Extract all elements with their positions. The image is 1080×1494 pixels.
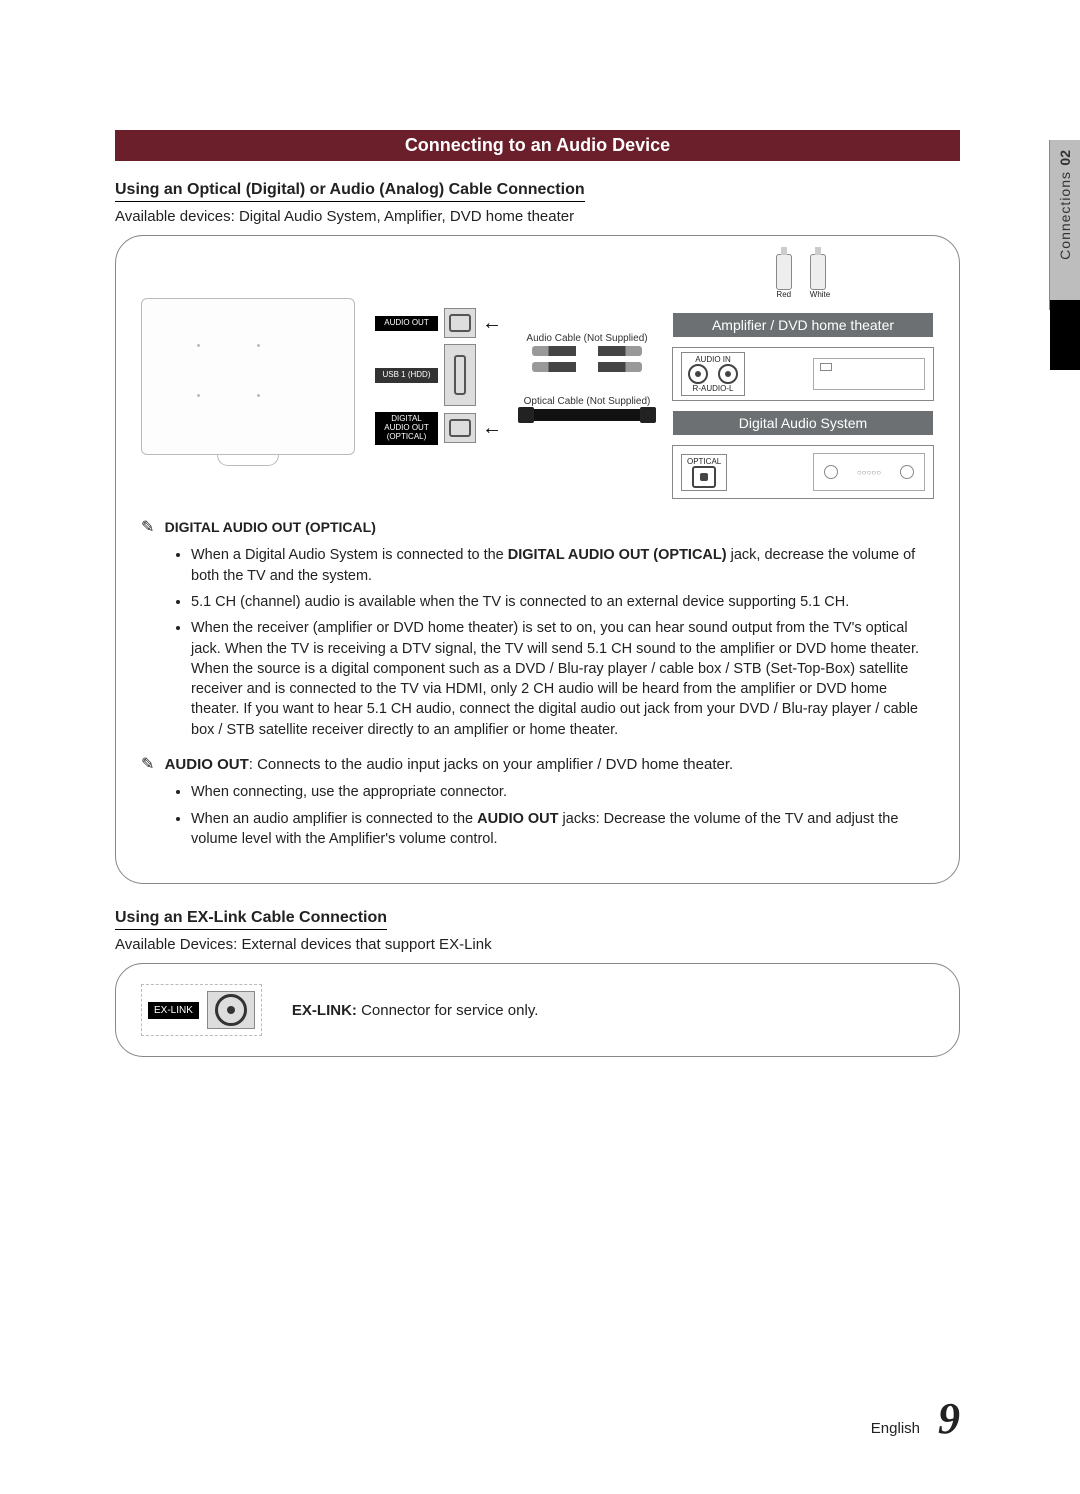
port-digital: [444, 413, 476, 443]
list-item: When connecting, use the appropriate con…: [191, 782, 934, 802]
page-footer: English 9: [871, 1393, 960, 1444]
optical-jack: [692, 466, 716, 488]
exlink-diagram: EX-LINK EX-LINK: Connector for service o…: [115, 963, 960, 1057]
amp-device: AUDIO IN R-AUDIO-L: [672, 347, 934, 401]
optical-cable: [522, 409, 652, 421]
das-title: Digital Audio System: [673, 411, 933, 435]
das-device: OPTICAL ○○○○○: [672, 445, 934, 499]
note-icon: ✎: [141, 756, 154, 773]
port-label-audioout: AUDIO OUT: [375, 316, 438, 331]
note-1-heading: ✎ DIGITAL AUDIO OUT (OPTICAL): [141, 517, 934, 539]
jack-l: [718, 364, 738, 384]
rca-plug-white: [810, 254, 826, 290]
exlink-port: EX-LINK: [141, 984, 262, 1036]
amp-front: [813, 358, 925, 390]
plug-label-red: Red: [776, 290, 792, 299]
das-front: ○○○○○: [813, 453, 925, 491]
port-label-digital: DIGITAL AUDIO OUT (OPTICAL): [375, 412, 438, 444]
note-1-list: When a Digital Audio System is connected…: [141, 545, 934, 740]
exlink-description: EX-LINK: Connector for service only.: [292, 1002, 538, 1019]
connection-diagram: AUDIO OUT ← USB 1 (HDD) DIGITAL AUDIO OU…: [115, 235, 960, 884]
rl-label: R-AUDIO-L: [693, 384, 734, 393]
jack-r: [688, 364, 708, 384]
exlink-port-label: EX-LINK: [148, 1002, 199, 1019]
note-2-list: When connecting, use the appropriate con…: [141, 782, 934, 849]
exlink-jack: [207, 991, 255, 1029]
plug-label-white: White: [810, 290, 830, 299]
note-icon: ✎: [141, 519, 154, 536]
available-devices-2: Available Devices: External devices that…: [115, 936, 960, 953]
list-item: When an audio amplifier is connected to …: [191, 809, 934, 850]
page-title: Connecting to an Audio Device: [115, 130, 960, 161]
arrow-left-icon: ←: [482, 312, 502, 335]
port-audioout: [444, 308, 476, 338]
list-item: 5.1 CH (channel) audio is available when…: [191, 592, 934, 612]
external-devices: Red White Amplifier / DVD home theater A…: [672, 254, 934, 499]
available-devices-1: Available devices: Digital Audio System,…: [115, 208, 960, 225]
cables: Audio Cable (Not Supplied) Optical Cable…: [522, 333, 652, 421]
footer-language: English: [871, 1420, 920, 1437]
side-tab: 02 Connections: [1049, 140, 1080, 310]
list-item: When a Digital Audio System is connected…: [191, 545, 934, 586]
note-2-heading: ✎ AUDIO OUT: Connects to the audio input…: [141, 754, 934, 776]
audio-cable-label: Audio Cable (Not Supplied): [526, 333, 647, 344]
chapter-title: Connections: [1057, 171, 1073, 260]
port-label-usb: USB 1 (HDD): [375, 368, 438, 383]
arrow-left-icon: ←: [482, 417, 502, 440]
section-heading-1: Using an Optical (Digital) or Audio (Ana…: [115, 181, 585, 202]
rca-cable-white: [532, 346, 642, 356]
side-gutter-marker: [1050, 300, 1080, 370]
optical-label: OPTICAL: [687, 457, 721, 466]
tv-illustration: [141, 298, 355, 455]
optical-cable-label: Optical Cable (Not Supplied): [524, 396, 651, 407]
amp-title: Amplifier / DVD home theater: [673, 313, 933, 337]
port-usb: [444, 344, 476, 406]
rca-plug-red: [776, 254, 792, 290]
audioin-label: AUDIO IN: [695, 355, 731, 364]
page-number: 9: [938, 1393, 960, 1444]
chapter-number: 02: [1057, 150, 1073, 166]
section-heading-2: Using an EX-Link Cable Connection: [115, 909, 387, 930]
rca-cable-red: [532, 362, 642, 372]
tv-ports: AUDIO OUT ← USB 1 (HDD) DIGITAL AUDIO OU…: [375, 308, 502, 444]
list-item: When the receiver (amplifier or DVD home…: [191, 618, 934, 740]
